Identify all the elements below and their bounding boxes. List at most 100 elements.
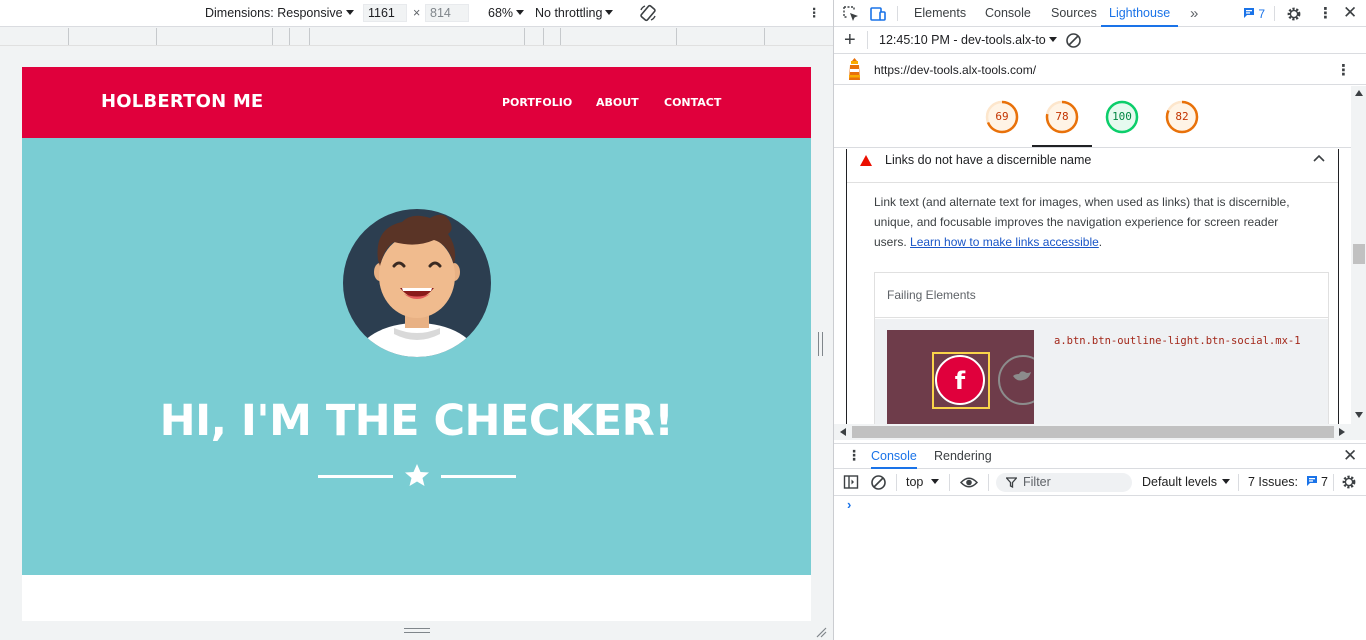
context-label: top	[906, 475, 924, 489]
issues-badge[interactable]: 7	[1243, 6, 1265, 22]
plus-icon[interactable]: +	[844, 29, 856, 51]
learn-more-link[interactable]: Learn how to make links accessible	[910, 235, 1099, 249]
tab-console[interactable]: Console	[985, 0, 1031, 27]
filter-placeholder: Filter	[1023, 475, 1051, 489]
brand-link[interactable]: HOLBERTON ME	[101, 91, 263, 112]
score-value: 78	[1055, 110, 1069, 123]
nav-link-about[interactable]: ABOUT	[596, 96, 639, 109]
score-gauge-accessibility[interactable]: 78	[1045, 100, 1079, 134]
chevron-down-icon	[605, 10, 614, 15]
facebook-icon: f	[955, 367, 966, 395]
more-options-icon[interactable]: ⋮	[1318, 4, 1333, 22]
issues-label: 7 Issues:	[1248, 475, 1299, 489]
issues-count: 7	[1258, 7, 1266, 21]
drawer-tab-rendering[interactable]: Rendering	[934, 444, 992, 469]
drawer-tab-console[interactable]: Console	[871, 444, 917, 469]
nav-link-contact[interactable]: CONTACT	[664, 96, 721, 109]
clear-console-icon[interactable]	[870, 474, 887, 491]
failing-elements-heading: Failing Elements	[875, 273, 1328, 318]
console-settings-icon[interactable]	[1340, 473, 1358, 491]
console-toolbar: top Filter Default levels 7 Issues: 7	[834, 469, 1366, 496]
more-options-icon[interactable]: ⋮	[1336, 61, 1351, 79]
score-value: 82	[1175, 110, 1189, 123]
drawer-tabbar: ⋮ Console Rendering ✕	[834, 443, 1366, 469]
active-score-indicator	[1032, 145, 1092, 147]
dimensions-dropdown[interactable]: Dimensions: Responsive	[205, 5, 354, 22]
close-drawer-icon[interactable]: ✕	[1343, 446, 1357, 466]
tab-elements[interactable]: Elements	[914, 0, 966, 27]
clear-icon[interactable]	[1065, 32, 1082, 49]
more-options-icon[interactable]: ⋮	[808, 5, 821, 22]
inspect-element-icon[interactable]	[842, 5, 860, 23]
scroll-down-icon[interactable]	[1355, 412, 1363, 418]
audited-url[interactable]: https://dev-tools.alx-tools.com/	[874, 63, 1036, 77]
width-input[interactable]: 1161	[363, 4, 407, 22]
audit-item: Links do not have a discernible name Lin…	[846, 149, 1339, 424]
scroll-right-icon[interactable]	[1339, 428, 1345, 436]
nav-link-portfolio[interactable]: PORTFOLIO	[502, 96, 572, 109]
devtools-panel: Elements Console Sources Lighthouse » 7 …	[833, 0, 1366, 640]
device-toolbar-icon[interactable]	[869, 5, 887, 23]
score-value: 100	[1112, 110, 1132, 123]
score-gauge-seo[interactable]: 82	[1165, 100, 1199, 134]
score-value: 69	[995, 110, 1009, 123]
chevron-down-icon	[1048, 37, 1057, 42]
message-icon	[1306, 476, 1317, 486]
filter-input[interactable]: Filter	[996, 473, 1132, 492]
chevron-down-icon	[931, 479, 940, 484]
height-input[interactable]: 814	[425, 4, 469, 22]
resize-handle-vertical[interactable]	[818, 332, 823, 356]
rotate-icon[interactable]	[639, 4, 657, 22]
lighthouse-url-bar: https://dev-tools.alx-tools.com/ ⋮	[834, 55, 1366, 85]
star-divider	[318, 464, 516, 486]
more-tabs-icon[interactable]: »	[1190, 0, 1198, 27]
issues-counter[interactable]: 7 Issues: 7	[1248, 475, 1328, 489]
scrollbar-thumb[interactable]	[852, 426, 1334, 438]
gear-icon[interactable]	[1285, 5, 1303, 23]
sidebar-toggle-icon[interactable]	[843, 474, 859, 490]
log-levels-label: Default levels	[1142, 475, 1218, 489]
resize-corner-icon[interactable]	[815, 626, 827, 638]
scroll-up-icon[interactable]	[1355, 90, 1363, 96]
times-icon: ×	[413, 6, 421, 20]
zoom-dropdown[interactable]: 68%	[488, 5, 525, 22]
hero-title: HI, I'M THE CHECKER!	[159, 396, 674, 446]
media-query-ruler	[0, 28, 833, 46]
site-navbar: HOLBERTON ME PORTFOLIO ABOUT CONTACT	[22, 67, 811, 138]
score-gauge-best-practices[interactable]: 100	[1105, 100, 1139, 134]
horizontal-scrollbar[interactable]	[834, 424, 1366, 440]
failing-elements-table: Failing Elements f a.btn.btn-outline-lig…	[874, 272, 1329, 424]
element-screenshot: f	[887, 330, 1034, 424]
throttling-label: No throttling	[535, 6, 603, 20]
lighthouse-icon	[849, 58, 860, 80]
tab-lighthouse[interactable]: Lighthouse	[1101, 0, 1179, 27]
filter-icon	[1006, 477, 1017, 488]
element-selector[interactable]: a.btn.btn-outline-light.btn-social.mx-1	[1054, 335, 1301, 347]
report-time: 12:45:10 PM - dev-tools.alx-to	[879, 33, 1046, 47]
device-emulation-pane: Dimensions: Responsive 1161 × 814 68% No…	[0, 0, 833, 640]
issues-count: 7	[1321, 475, 1328, 489]
avatar	[343, 209, 491, 357]
vertical-scrollbar[interactable]	[1351, 86, 1366, 424]
audit-title: Links do not have a discernible name	[885, 153, 1092, 167]
chevron-down-icon	[1222, 479, 1231, 484]
resize-handle-horizontal[interactable]	[404, 628, 430, 633]
lighthouse-toolbar: + 12:45:10 PM - dev-tools.alx-to	[834, 28, 1366, 54]
score-gauge-performance[interactable]: 69	[985, 100, 1019, 134]
eye-icon[interactable]	[960, 474, 978, 491]
chevron-up-icon[interactable]	[1313, 153, 1325, 163]
report-selector[interactable]: 12:45:10 PM - dev-tools.alx-to	[879, 33, 1057, 47]
context-selector[interactable]: top	[906, 475, 940, 489]
close-icon[interactable]: ✕	[1343, 3, 1357, 23]
log-levels-dropdown[interactable]: Default levels	[1142, 475, 1231, 489]
scroll-left-icon[interactable]	[840, 428, 846, 436]
page-viewport: HOLBERTON ME PORTFOLIO ABOUT CONTACT HI,…	[22, 67, 811, 621]
throttling-dropdown[interactable]: No throttling	[535, 5, 614, 22]
scrollbar-thumb[interactable]	[1353, 244, 1365, 264]
tab-sources[interactable]: Sources	[1051, 0, 1097, 27]
hero-section: HI, I'M THE CHECKER!	[22, 138, 811, 575]
audit-header[interactable]: Links do not have a discernible name	[847, 149, 1338, 183]
drawer-menu-icon[interactable]: ⋮	[847, 447, 861, 464]
console-prompt-icon[interactable]: ›	[847, 497, 851, 512]
table-row[interactable]: f a.btn.btn-outline-light.btn-social.mx-…	[875, 319, 1328, 424]
